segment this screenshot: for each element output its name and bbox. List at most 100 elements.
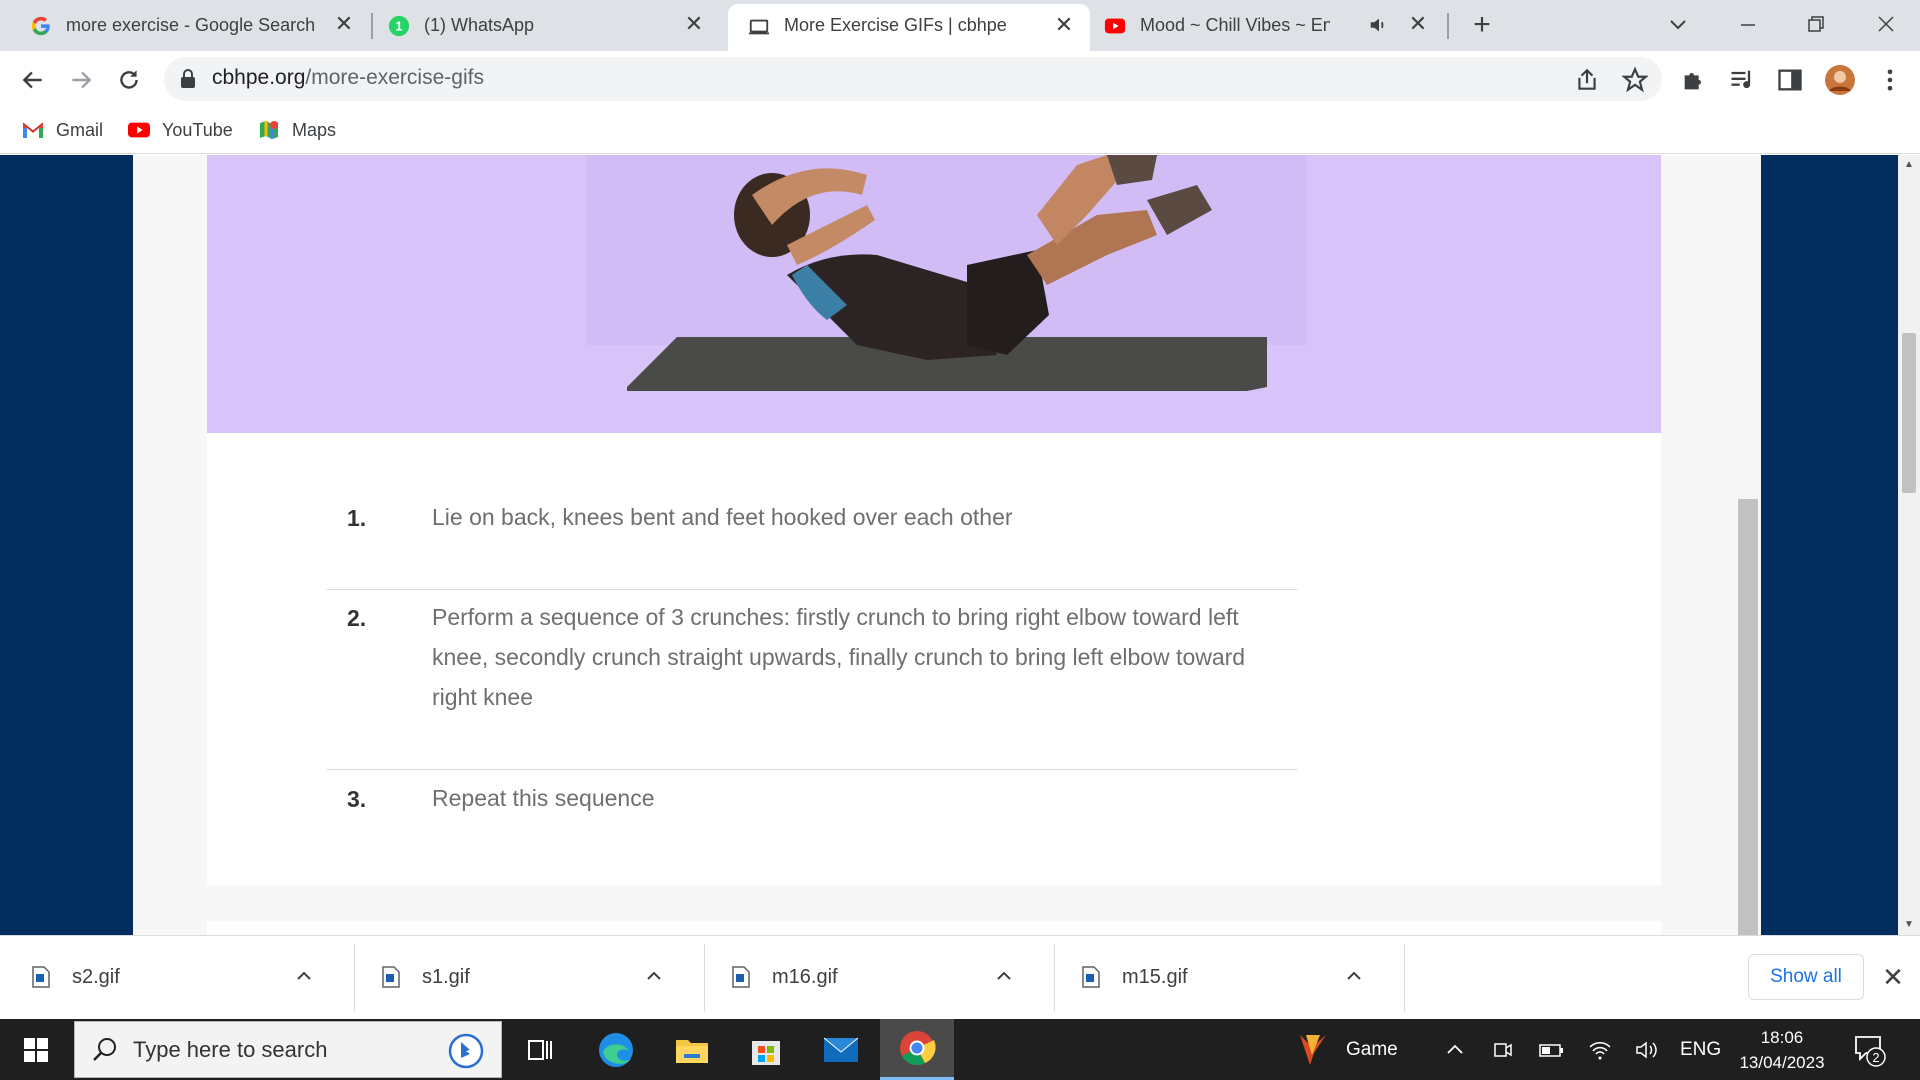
game-widget[interactable]: Game — [1294, 1019, 1398, 1080]
game-label: Game — [1346, 1038, 1398, 1060]
image-file-icon — [1082, 966, 1100, 988]
close-window-icon[interactable] — [1866, 8, 1906, 40]
chevron-up-icon[interactable] — [992, 964, 1016, 988]
scroll-down-arrow-icon[interactable]: ▼ — [1898, 919, 1920, 935]
start-button[interactable] — [0, 1019, 72, 1080]
download-filename: s1.gif — [422, 966, 470, 988]
scrollbar-thumb[interactable] — [1902, 333, 1916, 493]
mail-app[interactable] — [804, 1019, 878, 1080]
extensions-puzzle-icon[interactable] — [1680, 66, 1708, 94]
close-tab-icon[interactable]: ✕ — [332, 12, 356, 36]
download-item[interactable]: s2.gif — [0, 936, 350, 1020]
tab-separator — [1447, 13, 1449, 39]
folder-icon — [676, 1039, 708, 1063]
minimize-window-icon[interactable] — [1728, 8, 1768, 40]
download-filename: s2.gif — [72, 966, 120, 988]
bookmark-label: Gmail — [56, 119, 104, 140]
youtube-icon — [1104, 18, 1126, 34]
browser-toolbar: cbhpe.org/more-exercise-gifs — [0, 51, 1920, 107]
bookmark-youtube[interactable]: YouTube — [128, 117, 233, 143]
bookmark-label: Maps — [292, 119, 337, 140]
profile-avatar[interactable] — [1824, 64, 1856, 96]
step-text: Lie on back, knees bent and feet hooked … — [432, 504, 1013, 530]
step-divider — [327, 589, 1297, 590]
store-icon — [752, 1040, 780, 1065]
url-path: /more-exercise-gifs — [305, 66, 484, 89]
task-view-button[interactable] — [503, 1019, 577, 1080]
scroll-up-arrow-icon[interactable]: ▲ — [1898, 159, 1920, 175]
chevron-up-icon[interactable] — [642, 964, 666, 988]
gmail-icon — [22, 119, 44, 141]
chrome-app[interactable] — [880, 1019, 954, 1080]
tab-more-exercise-gifs[interactable]: More Exercise GIFs | cbhpe ✕ — [728, 4, 1090, 51]
download-item[interactable]: m16.gif — [700, 936, 1050, 1020]
edge-browser-icon — [599, 1032, 633, 1067]
battery-tray[interactable] — [1538, 1019, 1564, 1080]
bookmark-star-icon[interactable] — [1622, 67, 1648, 93]
volume-tray[interactable] — [1634, 1019, 1660, 1080]
file-explorer-app[interactable] — [655, 1019, 729, 1080]
maps-icon — [258, 119, 280, 141]
tab-google-search[interactable]: more exercise - Google Search ✕ — [0, 0, 370, 51]
forward-button[interactable] — [64, 63, 98, 97]
exercise-gif-image — [207, 155, 1661, 433]
kebab-menu-icon[interactable] — [1876, 66, 1904, 94]
back-arrow-icon — [22, 71, 42, 89]
new-tab-button[interactable]: + — [1466, 10, 1498, 42]
side-panel-icon[interactable] — [1776, 66, 1804, 94]
tab-search-chevron-icon[interactable] — [1658, 8, 1698, 40]
image-file-icon — [732, 966, 750, 988]
back-button[interactable] — [16, 63, 50, 97]
reload-button[interactable] — [112, 63, 146, 97]
tab-title: More Exercise GIFs | cbhpe — [784, 15, 1007, 35]
clock-date: 13/04/2023 — [1739, 1053, 1825, 1072]
bing-chat-icon[interactable] — [447, 1032, 485, 1070]
wifi-tray[interactable] — [1588, 1019, 1612, 1080]
speaker-icon — [1636, 1040, 1657, 1059]
whatsapp-badge: 1 — [395, 19, 402, 34]
close-tab-icon[interactable]: ✕ — [1052, 13, 1076, 37]
bookmark-gmail[interactable]: Gmail — [22, 117, 103, 143]
windows-taskbar: Type here to search Game ENG 18:06 13/04… — [0, 1019, 1920, 1080]
share-icon[interactable] — [1574, 67, 1600, 93]
close-download-shelf-icon[interactable]: ✕ — [1880, 964, 1906, 990]
close-tab-icon[interactable]: ✕ — [682, 12, 706, 36]
show-hidden-icons-button[interactable] — [1444, 1019, 1466, 1080]
microsoft-store-app[interactable] — [729, 1019, 803, 1080]
windows-logo-icon — [24, 1037, 48, 1062]
whatsapp-icon: 1 — [388, 15, 410, 37]
speaker-icon[interactable] — [1368, 14, 1390, 36]
url-text[interactable]: cbhpe.org/more-exercise-gifs — [212, 66, 484, 90]
bookmark-maps[interactable]: Maps — [258, 117, 336, 143]
chevron-up-icon[interactable] — [292, 964, 316, 988]
download-item[interactable]: m15.gif — [1050, 936, 1400, 1020]
clock-time: 18:06 — [1760, 1028, 1804, 1047]
download-item[interactable]: s1.gif — [350, 936, 700, 1020]
step-number: 3. — [347, 786, 367, 812]
crunch-illustration — [207, 155, 1661, 433]
restore-window-icon[interactable] — [1796, 8, 1836, 40]
meet-now-tray[interactable] — [1492, 1019, 1514, 1080]
chevron-up-icon — [1447, 1044, 1463, 1054]
edge-app[interactable] — [579, 1019, 653, 1080]
taskbar-search-box[interactable]: Type here to search — [74, 1021, 502, 1078]
show-all-downloads-button[interactable]: Show all — [1748, 954, 1864, 1000]
camera-icon — [1494, 1042, 1512, 1057]
chrome-icon — [900, 1031, 936, 1065]
tab-whatsapp[interactable]: 1 (1) WhatsApp ✕ — [360, 0, 720, 51]
language-indicator[interactable]: ENG — [1680, 1019, 1721, 1080]
notification-center-icon[interactable]: 2 — [1852, 1031, 1888, 1069]
close-tab-icon[interactable]: ✕ — [1406, 12, 1430, 36]
lock-icon[interactable] — [178, 68, 198, 90]
media-control-icon[interactable] — [1728, 66, 1756, 94]
chevron-up-icon[interactable] — [1342, 964, 1366, 988]
page-scrollbar[interactable]: ▲ ▼ — [1898, 155, 1920, 935]
game-icon — [1300, 1034, 1326, 1065]
inner-scrollbar[interactable] — [1738, 499, 1758, 935]
step-divider — [327, 769, 1297, 770]
taskbar-clock[interactable]: 18:06 13/04/2023 — [1730, 1025, 1834, 1075]
page-viewport: 1. Lie on back, knees bent and feet hook… — [0, 155, 1898, 935]
download-separator — [1404, 944, 1405, 1012]
tab-title: Mood ~ Chill Vibes ~ English — [1140, 15, 1330, 35]
tab-youtube-mood[interactable]: Mood ~ Chill Vibes ~ English ✕ — [1090, 0, 1450, 51]
